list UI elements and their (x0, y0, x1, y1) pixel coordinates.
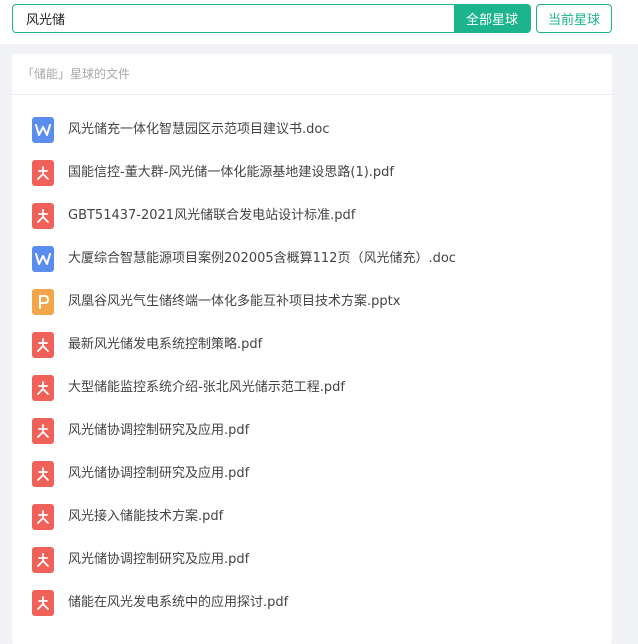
file-name[interactable]: 风光储协调控制研究及应用.pdf (68, 416, 249, 446)
pdf-icon (32, 375, 54, 401)
file-results-panel: 「储能」星球的文件 风光储充一体化智慧园区示范项目建议书.doc 国能信控-董大群… (12, 54, 612, 644)
word-icon (32, 246, 54, 272)
file-name[interactable]: 风光接入储能技术方案.pdf (68, 502, 223, 532)
file-item[interactable]: 国能信控-董大群-风光储一体化能源基地建设思路(1).pdf (12, 158, 612, 201)
file-item[interactable]: GBT51437-2021风光储联合发电站设计标准.pdf (12, 201, 612, 244)
file-item[interactable]: 大型储能监控系统介绍-张北风光储示范工程.pdf (12, 373, 612, 416)
file-item[interactable]: 储能在风光发电系统中的应用探讨.pdf (12, 588, 612, 631)
word-icon (32, 117, 54, 143)
file-item[interactable]: 大厦综合智慧能源项目案例202005含概算112页（风光储充）.doc (12, 244, 612, 287)
pdf-icon (32, 160, 54, 186)
pdf-icon (32, 504, 54, 530)
all-planets-search-button[interactable]: 全部星球 (454, 5, 530, 32)
search-bar: 全部星球 当前星球 (0, 0, 638, 44)
file-name[interactable]: 风光储协调控制研究及应用.pdf (68, 459, 249, 489)
file-name[interactable]: 大厦综合智慧能源项目案例202005含概算112页（风光储充）.doc (68, 244, 456, 274)
file-item[interactable]: 最新风光储发电系统控制策略.pdf (12, 330, 612, 373)
pdf-icon (32, 203, 54, 229)
search-box: 全部星球 (12, 4, 531, 33)
file-item[interactable]: 凤凰谷风光气生储终端一体化多能互补项目技术方案.pptx (12, 287, 612, 330)
search-input[interactable] (13, 5, 455, 32)
pdf-icon (32, 418, 54, 444)
current-planet-search-button[interactable]: 当前星球 (536, 4, 612, 33)
file-name[interactable]: GBT51437-2021风光储联合发电站设计标准.pdf (68, 201, 355, 231)
pdf-icon (32, 461, 54, 487)
file-name[interactable]: 风光储充一体化智慧园区示范项目建议书.doc (68, 115, 330, 145)
file-name[interactable]: 凤凰谷风光气生储终端一体化多能互补项目技术方案.pptx (68, 287, 400, 317)
file-item[interactable]: 风光储充一体化智慧园区示范项目建议书.doc (12, 115, 612, 158)
pdf-icon (32, 590, 54, 616)
file-item[interactable]: 风光储协调控制研究及应用.pdf (12, 459, 612, 502)
file-name[interactable]: 国能信控-董大群-风光储一体化能源基地建设思路(1).pdf (68, 158, 394, 188)
file-name[interactable]: 储能在风光发电系统中的应用探讨.pdf (68, 588, 288, 618)
ppt-icon (32, 289, 54, 315)
pdf-icon (32, 547, 54, 573)
pdf-icon (32, 332, 54, 358)
file-item[interactable]: 风光储协调控制研究及应用.pdf (12, 416, 612, 459)
file-name[interactable]: 风光储协调控制研究及应用.pdf (68, 545, 249, 575)
panel-title: 「储能」星球的文件 (12, 54, 612, 95)
file-name[interactable]: 最新风光储发电系统控制策略.pdf (68, 330, 262, 360)
file-name[interactable]: 大型储能监控系统介绍-张北风光储示范工程.pdf (68, 373, 345, 403)
file-item[interactable]: 风光储协调控制研究及应用.pdf (12, 545, 612, 588)
file-list: 风光储充一体化智慧园区示范项目建议书.doc 国能信控-董大群-风光储一体化能源基… (12, 115, 612, 631)
file-item[interactable]: 风光接入储能技术方案.pdf (12, 502, 612, 545)
